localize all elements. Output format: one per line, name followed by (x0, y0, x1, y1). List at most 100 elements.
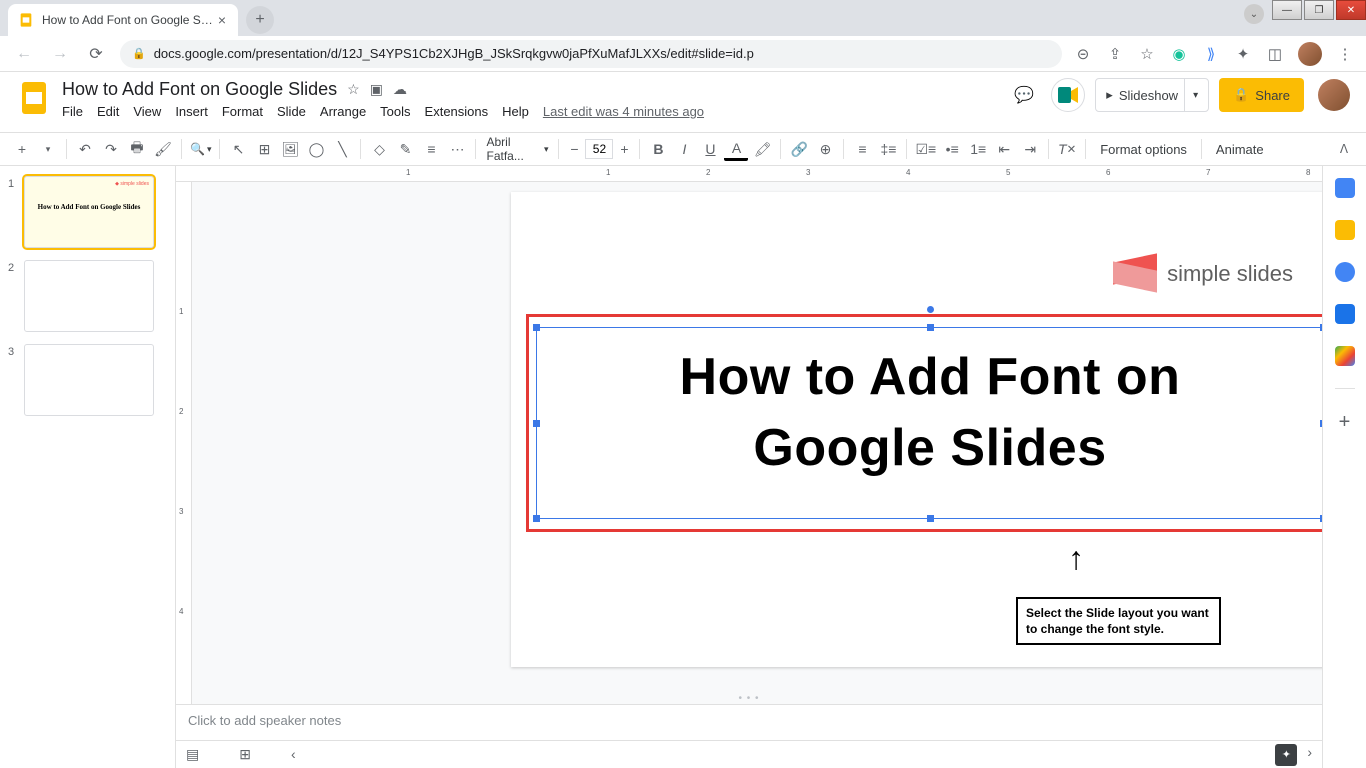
grammarly-icon[interactable]: ◉ (1170, 45, 1188, 63)
line-tool[interactable]: ╲ (330, 137, 354, 161)
meet-button[interactable] (1051, 78, 1085, 112)
italic-button[interactable]: I (672, 137, 696, 161)
align-button[interactable]: ≡ (850, 137, 874, 161)
slide-canvas[interactable]: simple slides How to Add Font on Google … (511, 192, 1322, 667)
text-color-button[interactable]: A (724, 137, 748, 161)
menu-help[interactable]: Help (502, 104, 529, 119)
add-comment-button[interactable]: ⊕ (813, 137, 837, 161)
resize-handle-sw[interactable] (533, 515, 540, 522)
highlight-button[interactable]: 🖍 (750, 137, 774, 161)
get-addons-icon[interactable]: + (1339, 411, 1351, 434)
browser-tab[interactable]: How to Add Font on Google Slides × (8, 4, 238, 36)
zoom-button[interactable]: 🔍 ▾ (188, 137, 213, 161)
profile-avatar[interactable] (1298, 42, 1322, 66)
print-button[interactable]: 🖶 (125, 137, 149, 161)
collapse-filmstrip-icon[interactable]: ‹ (291, 746, 296, 763)
undo-button[interactable]: ↶ (73, 137, 97, 161)
minimize-button[interactable]: — (1272, 0, 1302, 20)
font-size-increase[interactable]: + (615, 138, 633, 160)
vertical-ruler[interactable]: 1 2 3 4 (176, 182, 192, 768)
resize-handle-n[interactable] (927, 324, 934, 331)
menu-view[interactable]: View (133, 104, 161, 119)
filmstrip-view-icon[interactable]: ▤ (186, 746, 199, 763)
reload-button[interactable]: ⟳ (84, 42, 108, 66)
menu-extensions[interactable]: Extensions (425, 104, 489, 119)
slides-logo-icon[interactable] (16, 80, 52, 116)
animate-button[interactable]: Animate (1208, 142, 1272, 157)
clear-formatting-button[interactable]: T✕ (1055, 137, 1079, 161)
last-edit-link[interactable]: Last edit was 4 minutes ago (543, 104, 704, 119)
border-color-button[interactable]: ✎ (393, 137, 417, 161)
explore-button[interactable]: ✦ (1275, 744, 1297, 766)
share-button[interactable]: 🔒 Share (1219, 78, 1304, 112)
document-title[interactable]: How to Add Font on Google Slides (62, 79, 337, 100)
menu-insert[interactable]: Insert (175, 104, 208, 119)
shape-tool[interactable]: ◯ (304, 137, 328, 161)
format-options-button[interactable]: Format options (1092, 142, 1195, 157)
speaker-notes[interactable]: Click to add speaker notes (176, 704, 1322, 740)
url-field[interactable]: 🔒 docs.google.com/presentation/d/12J_S4Y… (120, 40, 1062, 68)
border-weight-button[interactable]: ≡ (419, 137, 443, 161)
numbered-list-button[interactable]: 1≡ (966, 137, 990, 161)
slide-thumbnail-1[interactable]: ◆ simple slides How to Add Font on Googl… (24, 176, 154, 248)
menu-file[interactable]: File (62, 104, 83, 119)
resize-handle-nw[interactable] (533, 324, 540, 331)
collapse-toolbar-icon[interactable]: ᐱ (1332, 137, 1356, 161)
extensions-icon[interactable]: ✦ (1234, 45, 1252, 63)
border-dash-button[interactable]: ⋯ (445, 137, 469, 161)
close-tab-icon[interactable]: × (214, 12, 230, 28)
font-size-decrease[interactable]: − (565, 138, 583, 160)
maximize-button[interactable]: ❐ (1304, 0, 1334, 20)
slide-title-text[interactable]: How to Add Font on Google Slides (536, 342, 1322, 484)
resize-handle-se[interactable] (1320, 515, 1322, 522)
menu-slide[interactable]: Slide (277, 104, 306, 119)
account-avatar[interactable] (1318, 79, 1350, 111)
cast-icon[interactable]: ⟫ (1202, 45, 1220, 63)
paint-format-button[interactable]: 🖌 (151, 137, 175, 161)
new-tab-button[interactable]: + (246, 6, 274, 34)
comments-button[interactable]: 💬 (1007, 78, 1041, 112)
insert-link-button[interactable]: 🔗 (787, 137, 811, 161)
slide-thumbnail-3[interactable] (24, 344, 154, 416)
resize-handle-ne[interactable] (1320, 324, 1322, 331)
slide-thumbnail-2[interactable] (24, 260, 154, 332)
maps-icon[interactable] (1335, 346, 1355, 366)
fill-color-button[interactable]: ◇ (367, 137, 391, 161)
resize-handle-s[interactable] (927, 515, 934, 522)
menu-tools[interactable]: Tools (380, 104, 410, 119)
image-tool[interactable]: 🖼 (278, 137, 302, 161)
menu-format[interactable]: Format (222, 104, 263, 119)
forward-button[interactable]: → (48, 42, 72, 66)
slideshow-dropdown[interactable]: ▾ (1184, 79, 1204, 111)
select-tool[interactable]: ↖ (226, 137, 250, 161)
decrease-indent-button[interactable]: ⇤ (992, 137, 1016, 161)
bulleted-list-button[interactable]: •≡ (940, 137, 964, 161)
new-slide-button[interactable]: + (10, 137, 34, 161)
close-window-button[interactable]: ✕ (1336, 0, 1366, 20)
cloud-icon[interactable]: ☁ (393, 81, 407, 98)
menu-icon[interactable]: ⋮ (1336, 45, 1354, 63)
calendar-icon[interactable] (1335, 178, 1355, 198)
show-side-panel-icon[interactable]: › (1307, 744, 1312, 766)
contacts-icon[interactable] (1335, 304, 1355, 324)
notes-drag-handle-icon[interactable]: • • • (738, 693, 759, 704)
font-family-selector[interactable]: Abril Fatfa... ▾ (482, 138, 552, 160)
move-icon[interactable]: ▣ (370, 81, 383, 98)
star-icon[interactable]: ☆ (347, 81, 360, 98)
grid-view-icon[interactable]: ⊞ (239, 746, 251, 763)
redo-button[interactable]: ↷ (99, 137, 123, 161)
menu-arrange[interactable]: Arrange (320, 104, 366, 119)
checklist-button[interactable]: ☑≡ (913, 137, 938, 161)
rotate-handle[interactable] (927, 306, 934, 313)
back-button[interactable]: ← (12, 42, 36, 66)
zoom-icon[interactable]: ⊝ (1074, 45, 1092, 63)
share-page-icon[interactable]: ⇪ (1106, 45, 1124, 63)
horizontal-ruler[interactable]: 1 1 2 3 4 5 6 7 8 (176, 166, 1322, 182)
new-slide-dropdown[interactable]: ▾ (36, 137, 60, 161)
bookmark-icon[interactable]: ☆ (1138, 45, 1156, 63)
line-spacing-button[interactable]: ‡≡ (876, 137, 900, 161)
menu-edit[interactable]: Edit (97, 104, 119, 119)
underline-button[interactable]: U (698, 137, 722, 161)
font-size-input[interactable] (585, 139, 613, 159)
slideshow-button[interactable]: ▸ Slideshow ▾ (1095, 78, 1209, 112)
